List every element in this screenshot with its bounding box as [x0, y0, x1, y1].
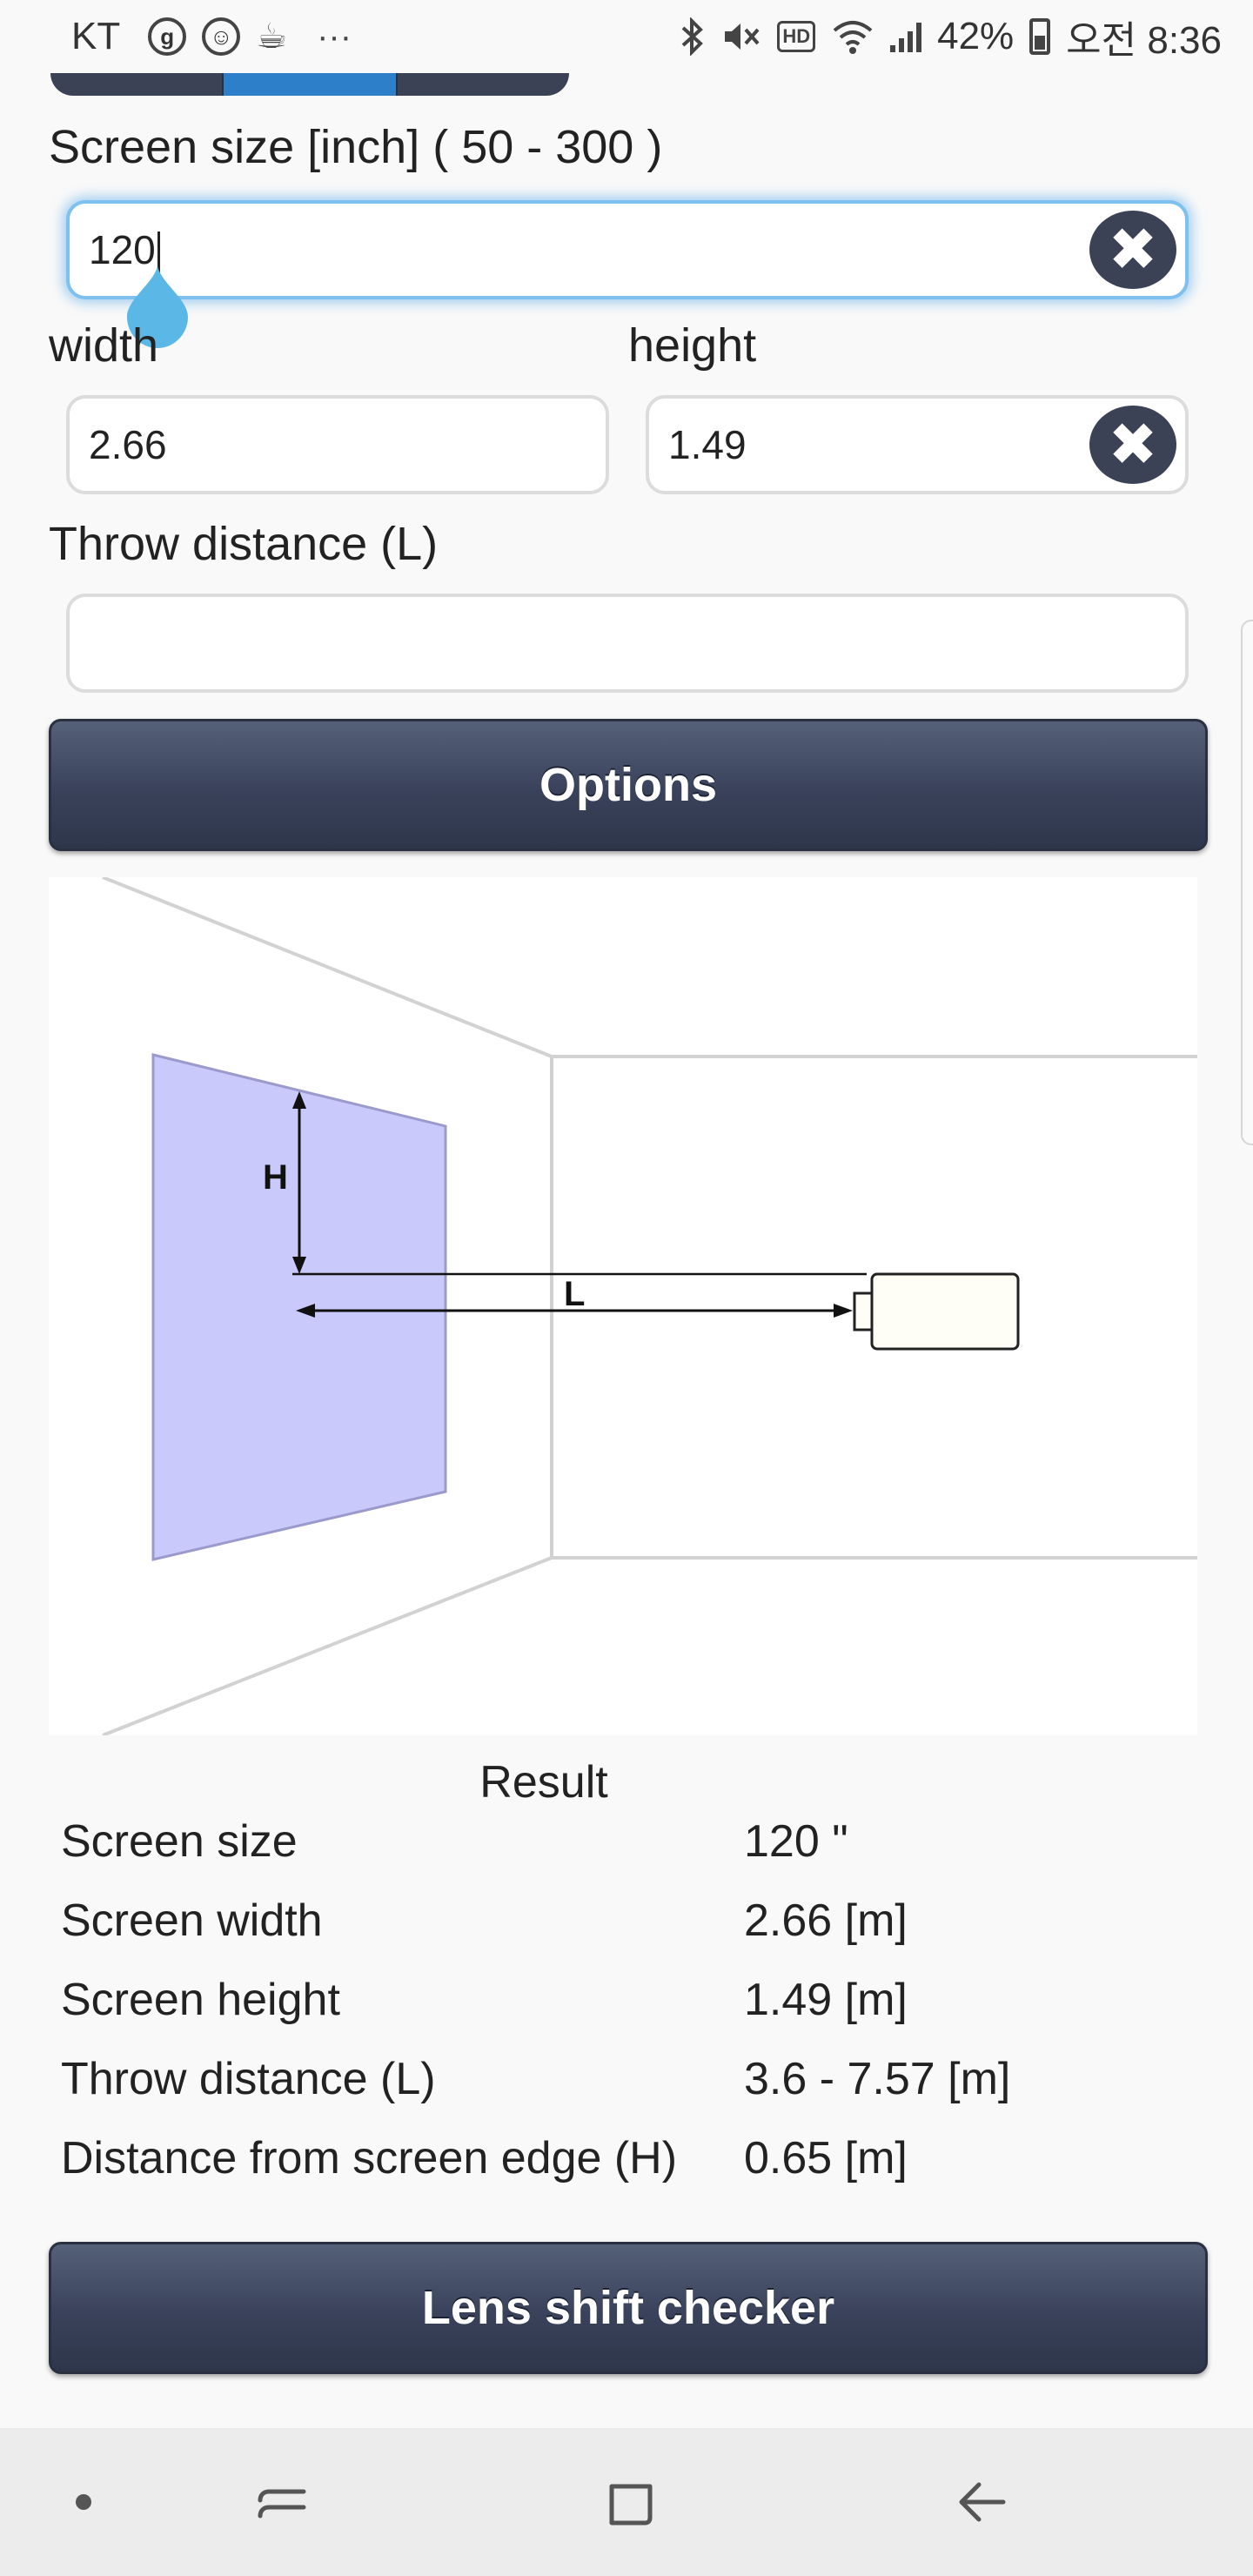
signal-icon [890, 21, 922, 52]
result-value: 120 " [744, 1816, 848, 1867]
coffee-icon: ☕ [256, 17, 288, 56]
result-key: Distance from screen edge (H) [61, 2133, 678, 2184]
recent-apps-icon [258, 2489, 306, 2519]
screen-size-input[interactable]: 120 ✖ [66, 200, 1189, 299]
result-value: 1.49 [m] [744, 1975, 908, 2025]
clear-screen-size-button[interactable]: ✖ [1089, 211, 1176, 289]
throw-distance-input[interactable] [66, 594, 1189, 693]
result-value: 3.6 - 7.57 [m] [744, 2054, 1011, 2104]
mode-tab-bar[interactable] [50, 73, 569, 96]
room-diagram-svg: H L [102, 875, 1197, 1737]
dot-icon [76, 2494, 91, 2510]
width-value: 2.66 [89, 422, 167, 467]
person-circle-icon: ☺ [202, 17, 241, 56]
result-value: 2.66 [m] [744, 1895, 908, 1946]
throw-distance-label: Throw distance (L) [49, 518, 439, 570]
clear-icon: ✖ [1108, 216, 1158, 283]
hd-icon: HD [777, 21, 816, 52]
options-button-label: Options [539, 759, 717, 811]
clear-height-button[interactable]: ✖ [1089, 406, 1176, 484]
projection-diagram: H L [49, 875, 1197, 1737]
height-value: 1.49 [668, 422, 747, 467]
height-input[interactable]: 1.49 ✖ [646, 395, 1189, 494]
height-label: height [628, 319, 757, 372]
room-line [102, 1556, 553, 1737]
bluetooth-icon [680, 17, 706, 56]
result-key: Screen width [61, 1895, 323, 1946]
lens-shift-checker-label: Lens shift checker [421, 2282, 835, 2334]
recent-apps-button[interactable] [235, 2428, 331, 2576]
lens-shift-checker-button[interactable]: Lens shift checker [49, 2242, 1208, 2374]
result-key: Throw distance (L) [61, 2054, 436, 2104]
g-circle-icon: g [148, 17, 187, 56]
tab-segment[interactable] [50, 73, 224, 96]
nav-dot-button[interactable] [49, 2428, 118, 2576]
screen-size-value: 120 [89, 226, 156, 272]
result-value: 0.65 [m] [744, 2133, 908, 2184]
projector-body [870, 1272, 1020, 1351]
status-bar: KT g ☺ ☕ ··· HD 42% 오전 8:36 [0, 0, 1253, 73]
result-heading: Result [479, 1757, 608, 1808]
screen-size-value-wrap: 120 [89, 226, 1089, 274]
wifi-icon [831, 18, 874, 55]
battery-icon [1029, 18, 1051, 55]
clock-time: 오전 8:36 [1066, 19, 1222, 62]
hd-label: HD [777, 21, 816, 52]
side-panel-edge[interactable] [1241, 620, 1253, 1145]
arrowhead [834, 1304, 853, 1318]
more-notifications-icon: ··· [317, 17, 352, 56]
battery-percent: 42% [937, 15, 1015, 57]
carrier-label: KT [71, 15, 121, 57]
width-label: width [49, 319, 159, 372]
home-button[interactable] [583, 2428, 679, 2576]
options-button[interactable]: Options [49, 719, 1208, 851]
back-button[interactable] [935, 2428, 1030, 2576]
back-icon [959, 2482, 1006, 2522]
status-bar-right: HD 42% 오전 8:36 [680, 9, 1222, 64]
mute-icon [721, 19, 761, 54]
tab-segment[interactable] [398, 73, 569, 96]
clear-icon: ✖ [1108, 411, 1158, 478]
result-key: Screen size [61, 1816, 298, 1867]
system-nav-bar [0, 2428, 1253, 2576]
room-line [102, 875, 553, 1058]
width-input[interactable]: 2.66 [66, 395, 609, 494]
h-label: H [263, 1158, 288, 1197]
home-icon [609, 2484, 653, 2526]
l-label: L [564, 1275, 585, 1313]
status-bar-left: KT g ☺ ☕ ··· [71, 15, 352, 58]
tab-segment-active[interactable] [224, 73, 398, 96]
screen-size-label: Screen size [inch] ( 50 - 300 ) [49, 121, 663, 173]
result-key: Screen height [61, 1975, 340, 2025]
